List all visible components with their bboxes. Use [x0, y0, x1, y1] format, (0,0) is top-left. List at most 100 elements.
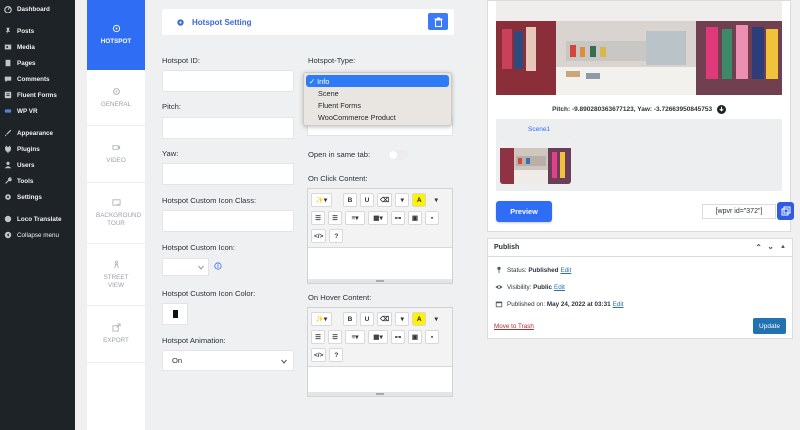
- bold-button[interactable]: B: [343, 193, 357, 207]
- magic-wand-icon[interactable]: ✨▾: [311, 193, 332, 207]
- wp-admin-menu: Dashboard Posts Media Pages Comments Flu…: [0, 0, 75, 430]
- translate-icon: [4, 215, 12, 223]
- on-click-editor[interactable]: ✨▾ B U ⌫ ▾ A ▾ ☰ ☰ ≡▾ ▦▾ ⊶ ▣ ▪ </> ?: [307, 188, 453, 284]
- link-icon[interactable]: ⊶: [391, 211, 405, 225]
- menu-item-posts[interactable]: Posts: [0, 23, 75, 39]
- underline-button[interactable]: U: [360, 312, 374, 326]
- pitch-input[interactable]: [162, 117, 294, 139]
- image-icon[interactable]: ▣: [408, 211, 422, 225]
- menu-item-appearance[interactable]: Appearance: [0, 125, 75, 141]
- gear-icon: [177, 18, 184, 26]
- chevron-down-icon[interactable]: ⌄: [767, 242, 774, 251]
- on-hover-editor[interactable]: ✨▾ B U ⌫ ▾ A ▾ ☰ ☰ ≡▾ ▦▾ ⊶ ▣ ▪ </> ?: [307, 307, 453, 397]
- copy-shortcode-button[interactable]: [777, 202, 794, 220]
- menu-item-dashboard[interactable]: Dashboard: [0, 1, 75, 17]
- code-view-button[interactable]: </>: [311, 229, 327, 243]
- settings-icon: [4, 193, 12, 201]
- bullet-list-icon[interactable]: ☰: [311, 211, 325, 225]
- numbered-list-icon[interactable]: ☰: [328, 330, 342, 344]
- font-dropdown[interactable]: ▾: [395, 193, 410, 207]
- bullet-list-icon[interactable]: ☰: [311, 330, 325, 344]
- help-button[interactable]: ?: [329, 348, 344, 362]
- update-button[interactable]: Update: [753, 318, 786, 334]
- pin-icon: [4, 27, 12, 35]
- tab-general[interactable]: GENERAL: [87, 70, 145, 126]
- menu-item-fluent-forms[interactable]: Fluent Forms: [0, 87, 75, 103]
- media-icon: [4, 43, 12, 51]
- delete-hotspot-button[interactable]: [428, 13, 448, 30]
- table-icon[interactable]: ▦▾: [368, 330, 388, 344]
- magic-wand-icon[interactable]: ✨▾: [311, 312, 332, 326]
- resize-handle[interactable]: [308, 392, 452, 396]
- eraser-icon[interactable]: ⌫: [377, 312, 393, 326]
- collapse-triangle-icon[interactable]: ▲: [780, 244, 786, 250]
- info-icon[interactable]: [214, 262, 222, 270]
- panorama-preview-image[interactable]: [496, 1, 782, 95]
- video-icon: [111, 145, 120, 150]
- dropdown-option-scene[interactable]: Scene: [306, 87, 449, 99]
- edit-visibility-link[interactable]: Edit: [554, 284, 565, 291]
- published-on-row: Published on: May 24, 2022 at 03:31 Edit: [495, 300, 624, 308]
- scene-thumbnail[interactable]: [500, 136, 571, 184]
- menu-item-wp-vr[interactable]: WP VR: [0, 103, 75, 119]
- tab-background-tour[interactable]: BACKGROUND TOUR: [87, 183, 145, 244]
- align-icon[interactable]: ≡▾: [345, 330, 365, 344]
- move-to-trash-link[interactable]: Move to Trash: [494, 323, 534, 330]
- resize-handle[interactable]: [308, 279, 452, 283]
- align-icon[interactable]: ≡▾: [345, 211, 365, 225]
- edit-date-link[interactable]: Edit: [613, 301, 624, 308]
- tab-street-view[interactable]: STREET VIEW: [87, 244, 145, 306]
- video-embed-icon[interactable]: ▪: [425, 211, 439, 225]
- color-swatch: [172, 310, 178, 318]
- code-view-button[interactable]: </>: [311, 348, 327, 362]
- chevron-up-icon[interactable]: ⌃: [755, 243, 762, 252]
- chevron-down-icon: [198, 265, 204, 270]
- menu-item-settings[interactable]: Settings: [0, 189, 75, 205]
- dropdown-option-woocommerce-product[interactable]: WooCommerce Product: [306, 111, 449, 123]
- dropdown-option-fluent-forms[interactable]: Fluent Forms: [306, 99, 449, 111]
- hotspot-id-input[interactable]: [162, 70, 294, 92]
- custom-icon-color-label: Hotspot Custom Icon Color:: [162, 289, 256, 298]
- tab-export[interactable]: EXPORT: [87, 306, 145, 363]
- open-same-tab-toggle[interactable]: [388, 150, 408, 160]
- dropdown-option-info[interactable]: ✓ Info: [306, 75, 449, 87]
- bold-button[interactable]: B: [343, 312, 357, 326]
- open-same-tab-label: Open in same tab:: [308, 150, 371, 159]
- menu-item-users[interactable]: Users: [0, 157, 75, 173]
- font-dropdown[interactable]: ▾: [395, 312, 410, 326]
- menu-item-pages[interactable]: Pages: [0, 55, 75, 71]
- color-dropdown[interactable]: ▾: [429, 312, 443, 326]
- download-icon[interactable]: [716, 105, 726, 114]
- menu-item-comments[interactable]: Comments: [0, 71, 75, 87]
- yaw-input[interactable]: [162, 163, 294, 185]
- color-dropdown[interactable]: ▾: [429, 193, 443, 207]
- preview-button[interactable]: Preview: [496, 201, 552, 222]
- image-icon[interactable]: ▣: [408, 330, 422, 344]
- underline-button[interactable]: U: [360, 193, 374, 207]
- wrench-icon: [4, 177, 12, 185]
- edit-status-link[interactable]: Edit: [560, 267, 571, 274]
- custom-icon-select[interactable]: [162, 258, 209, 276]
- link-icon[interactable]: ⊶: [391, 330, 405, 344]
- hotspot-type-dropdown[interactable]: ✓ Info Scene Fluent Forms WooCommerce Pr…: [303, 72, 452, 126]
- table-icon[interactable]: ▦▾: [368, 211, 388, 225]
- menu-item-media[interactable]: Media: [0, 39, 75, 55]
- help-button[interactable]: ?: [329, 229, 344, 243]
- menu-item-loco-translate[interactable]: Loco Translate: [0, 211, 75, 227]
- custom-icon-class-input[interactable]: [162, 210, 294, 232]
- menu-item-tools[interactable]: Tools: [0, 173, 75, 189]
- animation-select[interactable]: On: [162, 350, 294, 371]
- icon-color-picker[interactable]: [162, 303, 188, 325]
- tab-hotspot[interactable]: HOTSPOT: [87, 0, 145, 70]
- eraser-icon[interactable]: ⌫: [377, 193, 393, 207]
- menu-item-plugins[interactable]: Plugins: [0, 141, 75, 157]
- video-embed-icon[interactable]: ▪: [425, 330, 439, 344]
- menu-item-collapse[interactable]: Collapse menu: [0, 227, 75, 243]
- shortcode-field[interactable]: [wpvr id="372"]: [702, 204, 776, 219]
- numbered-list-icon[interactable]: ☰: [328, 211, 342, 225]
- tab-video[interactable]: VIDEO: [87, 126, 145, 183]
- text-color-icon[interactable]: A: [412, 193, 427, 207]
- panel-header: Hotspot Setting: [162, 9, 454, 35]
- trash-icon: [434, 17, 442, 27]
- text-color-icon[interactable]: A: [412, 312, 427, 326]
